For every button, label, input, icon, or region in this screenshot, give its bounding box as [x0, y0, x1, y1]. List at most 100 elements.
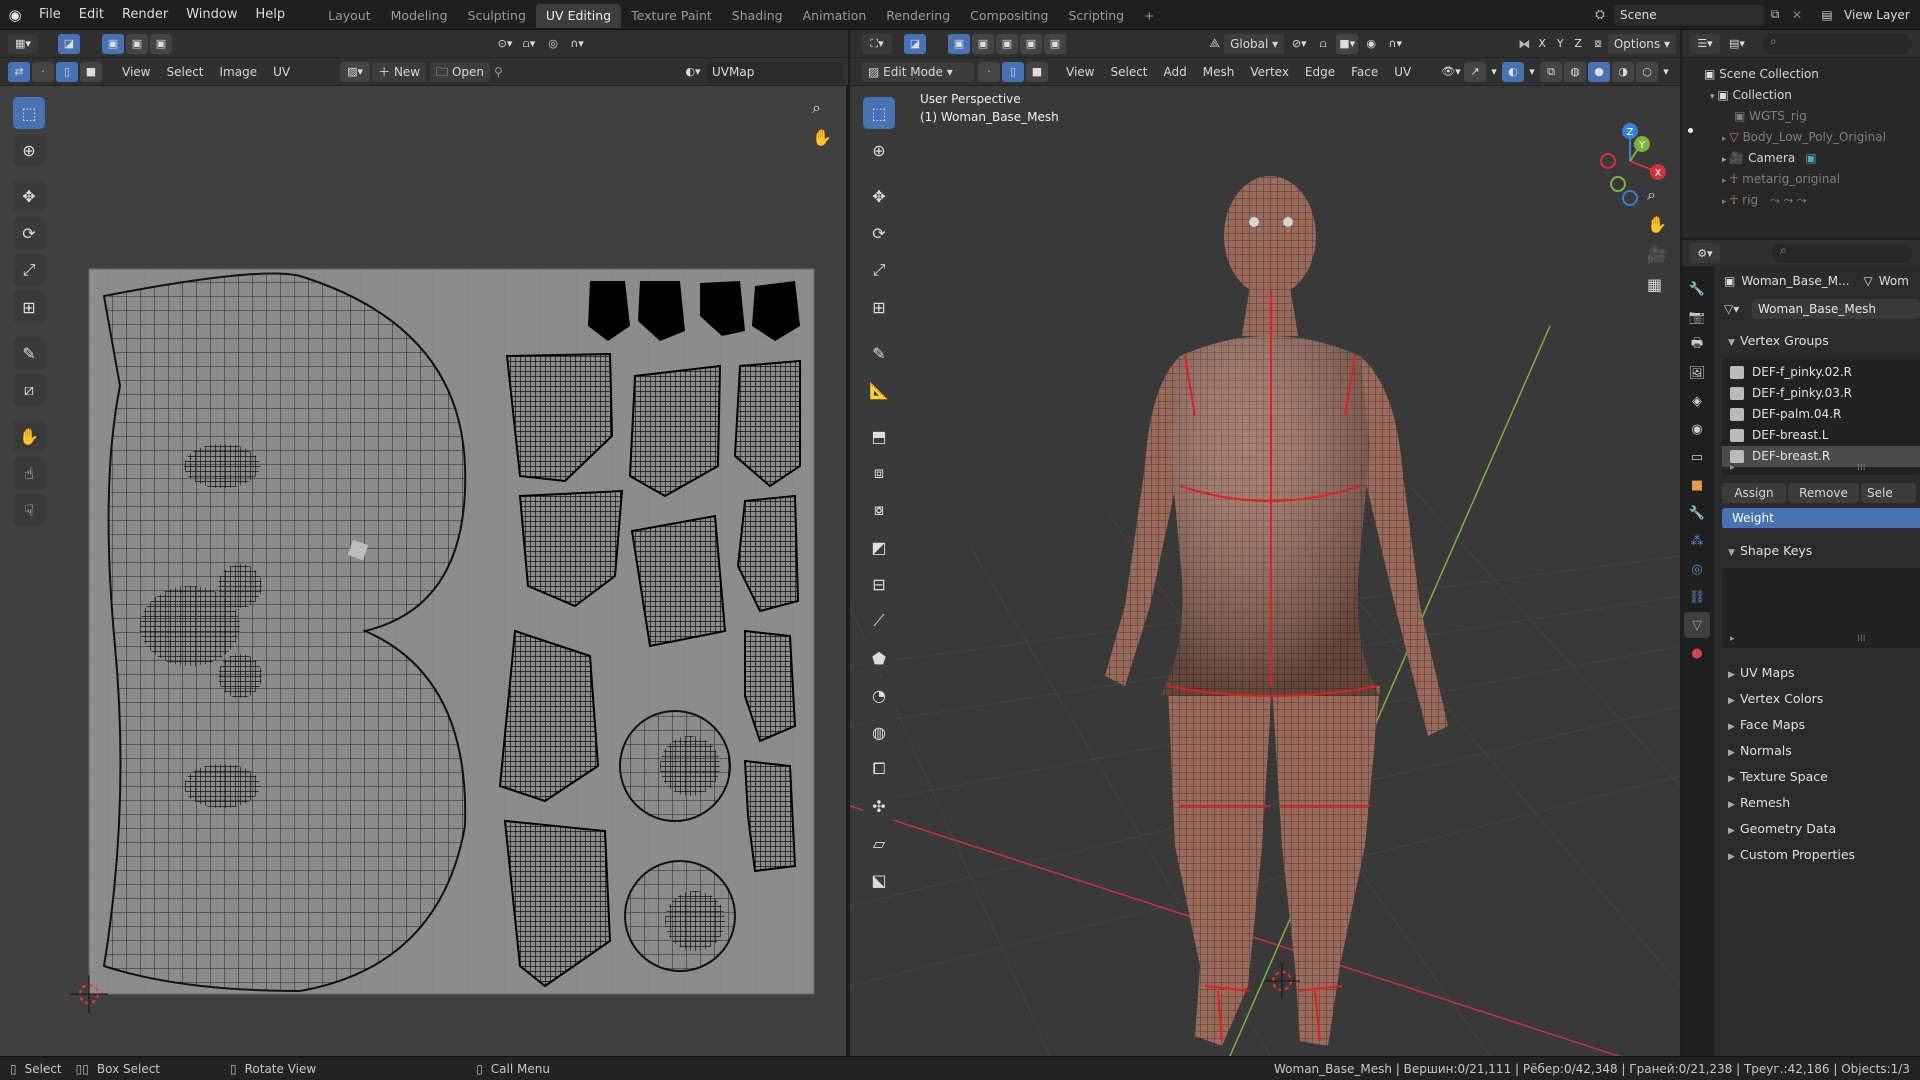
open-image-button[interactable]: 🗀 Open	[430, 61, 491, 82]
output-properties-tab-icon[interactable]: 🖶	[1684, 332, 1710, 358]
custom-properties-panel-header[interactable]: ▶ Custom Properties	[1714, 842, 1920, 868]
shading-solid-icon[interactable]: ●	[1588, 61, 1610, 82]
pin-icon[interactable]: ⚲	[494, 65, 514, 79]
view-layer-tab-icon[interactable]: 🖼	[1684, 360, 1710, 386]
vp-rotate-tool-icon[interactable]: ⟳	[863, 217, 895, 249]
face-maps-panel-header[interactable]: ▶ Face Maps	[1714, 712, 1920, 738]
list-resize-handle-icon[interactable]: ⁞⁞⁞	[1857, 463, 1866, 473]
shape-keys-panel-header[interactable]: ▼ Shape Keys	[1714, 538, 1920, 564]
particles-properties-tab-icon[interactable]: ⁂	[1684, 528, 1710, 554]
overlay-toggle-icon[interactable]: ◐	[1502, 61, 1524, 82]
pivot-point-icon[interactable]: ⊘▾	[1288, 34, 1310, 54]
xray-toggle-icon[interactable]: ⧉	[1540, 61, 1562, 82]
proportional-edit-icon[interactable]: ◎	[542, 34, 564, 54]
uv-overlay-icon[interactable]: ◐▾	[682, 62, 704, 82]
viewport-menu-select[interactable]: Select	[1104, 62, 1153, 82]
viewport-menu-edge[interactable]: Edge	[1299, 62, 1341, 82]
scene-icon[interactable]: ⛭	[1586, 7, 1614, 22]
vp-add-cube-tool-icon[interactable]: ⬒	[863, 420, 895, 452]
vp-transform-tool-icon[interactable]: ⊞	[863, 291, 895, 323]
viewport-pan-icon[interactable]: ✋	[1647, 215, 1667, 245]
gizmo-toggle-icon[interactable]: ↗	[1464, 61, 1486, 82]
tab-uv-editing[interactable]: UV Editing	[535, 4, 622, 28]
viewport-select-intersect-icon[interactable]: ▣	[1044, 33, 1066, 54]
weight-slider[interactable]: Weight	[1722, 508, 1920, 528]
viewport-menu-vertex[interactable]: Vertex	[1244, 62, 1295, 82]
vp-select-box-tool-icon[interactable]: ⬚	[863, 97, 895, 129]
viewport-menu-uv[interactable]: UV	[1388, 62, 1417, 82]
vp-scale-tool-icon[interactable]: ⤢	[863, 254, 895, 286]
shading-dropdown-icon[interactable]: ▾	[1660, 62, 1672, 82]
select-box-mode-icon[interactable]: ◪	[58, 33, 80, 54]
3d-cursor-icon[interactable]	[1264, 963, 1300, 999]
outliner-editor-type-icon[interactable]: ☰▾	[1690, 33, 1720, 54]
auto-merge-icon[interactable]: ⧇	[1594, 36, 1602, 51]
physics-properties-tab-icon[interactable]: ◎	[1684, 556, 1710, 582]
proportional-falloff-icon[interactable]: ∩▾	[1384, 34, 1406, 54]
outliner-item-wgts-rig[interactable]: ▣ WGTS_rig	[1682, 106, 1920, 127]
scene-name-field[interactable]: Scene	[1614, 4, 1764, 25]
outliner-search-input[interactable]: ⌕	[1762, 33, 1912, 54]
tab-shading[interactable]: Shading	[722, 4, 793, 28]
uv-menu-view[interactable]: View	[116, 62, 156, 82]
uv-menu-select[interactable]: Select	[160, 62, 209, 82]
viewport-select-new-icon[interactable]: ▣	[948, 33, 970, 54]
vp-rip-tool-icon[interactable]: ⬕	[863, 864, 895, 896]
options-dropdown[interactable]: Options ▾	[1607, 33, 1676, 54]
face-select-mode-icon[interactable]: ■	[1026, 61, 1048, 82]
texture-space-panel-header[interactable]: ▶ Texture Space	[1714, 764, 1920, 790]
viewport-menu-face[interactable]: Face	[1345, 62, 1384, 82]
camera-view-icon[interactable]: 🎥	[1647, 245, 1667, 275]
list-filter-toggle-icon[interactable]: ▸	[1730, 463, 1735, 473]
view-layer-field[interactable]: View Layer	[1840, 5, 1920, 25]
vp-smooth-tool-icon[interactable]: ◍	[863, 716, 895, 748]
gizmo-dropdown-icon[interactable]: ▾	[1488, 62, 1500, 82]
uv-maps-panel-header[interactable]: ▶ UV Maps	[1714, 660, 1920, 686]
vertex-colors-panel-header[interactable]: ▶ Vertex Colors	[1714, 686, 1920, 712]
woman-base-mesh[interactable]	[1105, 176, 1448, 1046]
pivot-icon[interactable]: ⊙▾	[494, 34, 516, 54]
tab-layout[interactable]: Layout	[318, 4, 381, 28]
blender-logo-icon[interactable]: ◉	[0, 0, 30, 30]
vp-measure-tool-icon[interactable]: 📐	[863, 374, 895, 406]
modifier-properties-tab-icon[interactable]: 🔧	[1684, 500, 1710, 526]
assign-button[interactable]: Assign	[1722, 483, 1786, 503]
world-properties-tab-icon[interactable]: ◉	[1684, 416, 1710, 442]
outliner-item-body-low-poly[interactable]: ▸ ▽ Body_Low_Poly_Original	[1682, 127, 1920, 148]
mesh-name-field[interactable]: Woman_Base_Mesh	[1752, 299, 1920, 319]
menu-edit[interactable]: Edit	[70, 0, 113, 30]
remove-button[interactable]: Remove	[1787, 483, 1860, 503]
outliner-item-collection[interactable]: ▾ ▣ Collection	[1682, 85, 1920, 106]
tab-rendering[interactable]: Rendering	[876, 4, 960, 28]
vertex-group-item[interactable]: DEF-palm.04.R	[1722, 404, 1920, 425]
viewport-canvas[interactable]: Z X Y	[850, 86, 1680, 1056]
snap-toggle-icon[interactable]: ⩍	[1312, 34, 1334, 54]
properties-editor-type-icon[interactable]: ⚙▾	[1690, 243, 1720, 263]
mirror-x-toggle[interactable]: X	[1534, 34, 1550, 54]
new-scene-icon[interactable]: ⧉	[1764, 7, 1786, 22]
shading-rendered-icon[interactable]: ○	[1636, 61, 1658, 82]
vp-edge-slide-tool-icon[interactable]: ⧠	[863, 753, 895, 785]
mode-dropdown[interactable]: ▨ Edit Mode ▾	[862, 61, 974, 82]
outliner-item-scene-collection[interactable]: ▣ Scene Collection	[1682, 64, 1920, 85]
viewport-zoom-icon[interactable]: ⌕	[1647, 185, 1667, 215]
mirror-y-toggle[interactable]: Y	[1552, 34, 1568, 54]
vp-extrude-tool-icon[interactable]: ⧈	[863, 457, 895, 489]
geometry-data-panel-header[interactable]: ▶ Geometry Data	[1714, 816, 1920, 842]
shading-wireframe-icon[interactable]: ◍	[1564, 61, 1586, 82]
view-layer-icon[interactable]: ▤	[1814, 8, 1840, 22]
uv-select-extend-icon[interactable]: ▣	[126, 33, 148, 54]
vertex-group-item-selected[interactable]: DEF-breast.R	[1722, 446, 1920, 467]
vp-cursor-tool-icon[interactable]: ⊕	[863, 134, 895, 166]
edge-select-mode-icon[interactable]: ▯	[1002, 61, 1024, 82]
uvmap-field[interactable]: UVMap	[706, 61, 842, 82]
scene-properties-tab-icon[interactable]: ◈	[1684, 388, 1710, 414]
uv-select-subtract-icon[interactable]: ▣	[150, 33, 172, 54]
tab-scripting[interactable]: Scripting	[1059, 4, 1135, 28]
select-button[interactable]: Sele	[1861, 483, 1917, 503]
shading-material-icon[interactable]: ◑	[1612, 61, 1634, 82]
snap-icon[interactable]: ⩍▾	[518, 34, 540, 54]
tab-compositing[interactable]: Compositing	[960, 4, 1058, 28]
viewport-menu-add[interactable]: Add	[1158, 62, 1193, 82]
visibility-icon[interactable]: 👁▾	[1440, 62, 1462, 82]
